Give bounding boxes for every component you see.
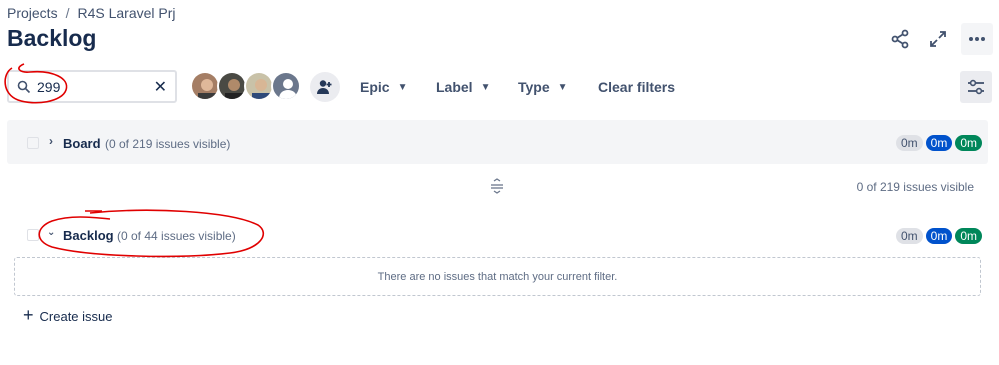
- breadcrumb-projects-link[interactable]: Projects: [7, 5, 58, 21]
- board-section-title[interactable]: Board: [63, 136, 101, 151]
- label-filter-label: Label: [436, 79, 473, 95]
- plus-icon: +: [23, 305, 34, 325]
- label-filter-dropdown[interactable]: Label ▼: [436, 79, 490, 95]
- chevron-right-icon[interactable]: ›: [49, 134, 53, 148]
- add-user-icon: [317, 80, 332, 94]
- drag-handle-icon[interactable]: [489, 178, 505, 199]
- todo-estimate-badge: 0m: [895, 228, 923, 244]
- page-title: Backlog: [7, 25, 97, 51]
- done-estimate-badge: 0m: [955, 135, 982, 151]
- more-icon: [969, 37, 985, 41]
- header-actions: [885, 23, 993, 55]
- in-progress-estimate-badge: 0m: [925, 228, 953, 244]
- board-estimate-pills: 0m 0m 0m: [895, 135, 982, 151]
- epic-filter-dropdown[interactable]: Epic ▼: [360, 79, 407, 95]
- empty-state-message: There are no issues that match your curr…: [377, 270, 618, 283]
- avatar[interactable]: [244, 71, 274, 101]
- search-input[interactable]: 299 ✕: [7, 70, 177, 103]
- todo-estimate-badge: 0m: [895, 135, 923, 151]
- type-filter-label: Type: [518, 79, 550, 95]
- fullscreen-button[interactable]: [923, 24, 953, 54]
- assignee-avatars: [190, 71, 301, 101]
- breadcrumb-separator: /: [65, 5, 70, 21]
- epic-filter-label: Epic: [360, 79, 390, 95]
- sliders-icon: [968, 79, 984, 95]
- backlog-select-checkbox[interactable]: [27, 229, 39, 241]
- chevron-down-icon: ▼: [397, 81, 408, 93]
- view-settings-button[interactable]: [960, 71, 992, 103]
- create-issue-button[interactable]: + Create issue: [23, 305, 113, 326]
- in-progress-estimate-badge: 0m: [925, 135, 953, 151]
- breadcrumb: Projects / R4S Laravel Prj: [7, 5, 176, 21]
- empty-state: There are no issues that match your curr…: [14, 257, 981, 296]
- search-value[interactable]: 299: [37, 79, 154, 95]
- done-estimate-badge: 0m: [955, 228, 982, 244]
- visible-issues-count: 0 of 219 issues visible: [856, 180, 974, 194]
- close-icon[interactable]: ✕: [154, 77, 167, 97]
- create-issue-label: Create issue: [39, 309, 113, 324]
- search-icon: [17, 80, 31, 93]
- backlog-section-count: (0 of 44 issues visible): [117, 229, 236, 243]
- backlog-section-title[interactable]: Backlog: [63, 228, 114, 243]
- board-select-checkbox[interactable]: [27, 137, 39, 149]
- chevron-down-icon: ▼: [557, 81, 568, 93]
- chevron-down-icon[interactable]: ⌄: [47, 227, 55, 238]
- type-filter-dropdown[interactable]: Type ▼: [518, 79, 568, 95]
- backlog-estimate-pills: 0m 0m 0m: [895, 228, 982, 244]
- expand-icon: [930, 31, 946, 47]
- chevron-down-icon: ▼: [480, 81, 491, 93]
- avatar[interactable]: [271, 71, 301, 101]
- add-people-button[interactable]: [310, 72, 340, 102]
- share-icon: [891, 29, 909, 49]
- share-button[interactable]: [885, 24, 915, 54]
- more-actions-button[interactable]: [961, 23, 993, 55]
- clear-filters-button[interactable]: Clear filters: [598, 79, 675, 95]
- breadcrumb-project-link[interactable]: R4S Laravel Prj: [77, 5, 175, 21]
- avatar[interactable]: [190, 71, 220, 101]
- avatar[interactable]: [217, 71, 247, 101]
- board-section-count: (0 of 219 issues visible): [105, 137, 231, 151]
